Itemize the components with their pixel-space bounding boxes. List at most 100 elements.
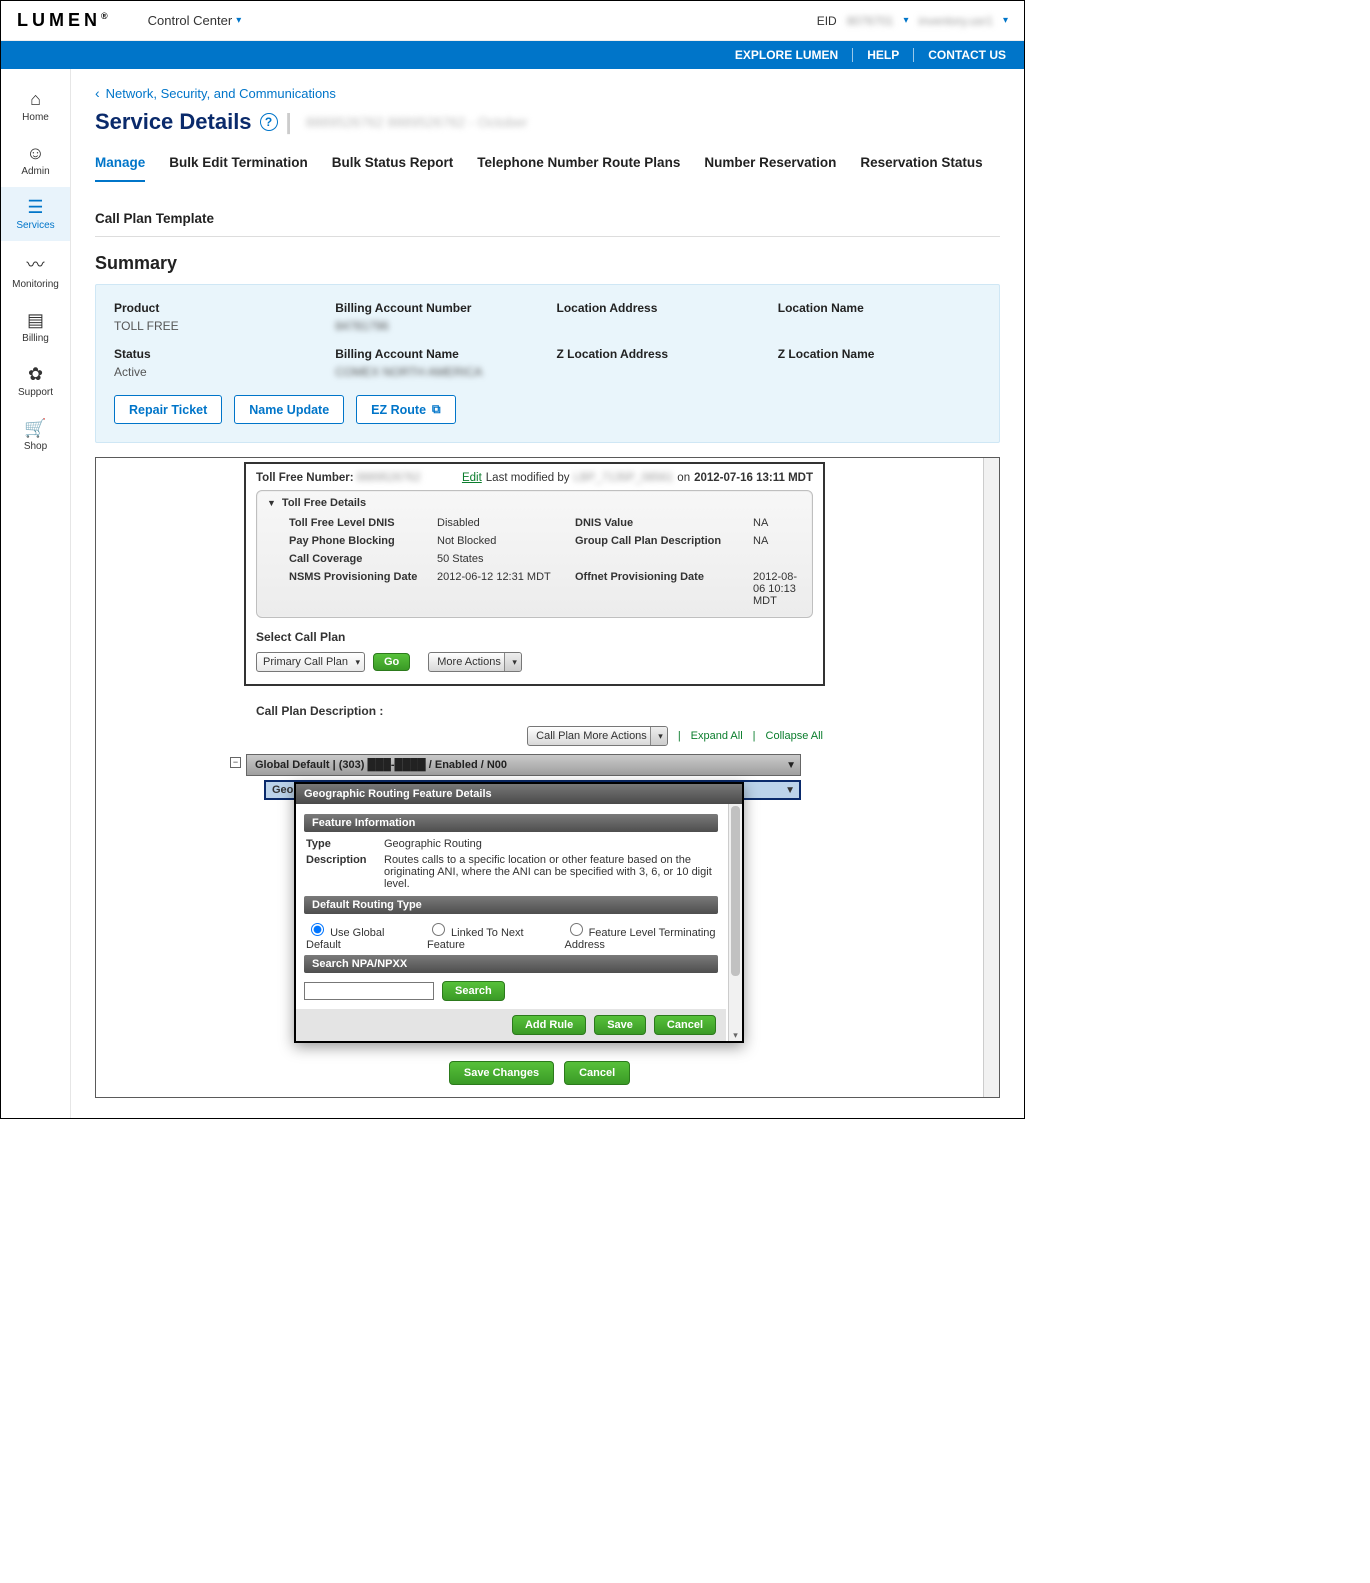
contact-link[interactable]: CONTACT US xyxy=(928,48,1006,62)
name-update-button[interactable]: Name Update xyxy=(234,395,344,424)
modal-title: Geographic Routing Feature Details xyxy=(296,784,742,804)
payphone-label: Pay Phone Blocking xyxy=(289,535,429,547)
ban-label: Billing Account Number xyxy=(335,301,538,315)
list-icon: ☰ xyxy=(1,197,70,218)
modified-timestamp: 2012-07-16 13:11 MDT xyxy=(694,472,813,484)
nav-services[interactable]: ☰Services xyxy=(1,187,70,241)
tab-bulk-edit[interactable]: Bulk Edit Termination xyxy=(169,149,308,181)
help-link[interactable]: HELP xyxy=(867,48,899,62)
help-icon[interactable]: ? xyxy=(260,113,278,131)
coverage-label: Call Coverage xyxy=(289,553,429,565)
modified-user: LBP_7135P_08561 xyxy=(574,472,674,484)
location-name-label: Location Name xyxy=(778,301,981,315)
nav-home[interactable]: ⌂Home xyxy=(1,79,70,133)
user-name: inventory.usr1 xyxy=(918,14,992,28)
save-changes-button[interactable]: Save Changes xyxy=(449,1061,554,1085)
payphone-value: Not Blocked xyxy=(437,535,567,547)
desc-label: Description xyxy=(306,854,376,890)
ban-value: 84781796 xyxy=(335,319,538,333)
group-plan-value: NA xyxy=(753,535,802,547)
call-plan-more-actions[interactable]: Call Plan More Actions xyxy=(527,726,668,746)
chevron-down-icon[interactable]: ▾ xyxy=(903,15,908,26)
chevron-down-icon: ▾ xyxy=(236,15,241,26)
gear-icon: ✿ xyxy=(1,364,70,385)
cancel-button[interactable]: Cancel xyxy=(564,1061,630,1085)
tab-route-plans[interactable]: Telephone Number Route Plans xyxy=(477,149,680,181)
nav-shop[interactable]: 🛒Shop xyxy=(1,408,70,462)
frame-scrollbar[interactable] xyxy=(983,458,999,1097)
npa-search-input[interactable] xyxy=(304,982,434,1000)
tollfree-number-value: 8889526762 xyxy=(357,472,421,484)
modified-on: on xyxy=(677,472,690,484)
global-default-row[interactable]: Global Default | (303) ███-████ / Enable… xyxy=(246,754,801,776)
side-nav: ⌂Home ☺Admin ☰Services 〰Monitoring ▤Bill… xyxy=(1,69,71,1118)
user-icon: ☺ xyxy=(1,143,70,164)
dnis-value-label: DNIS Value xyxy=(575,517,745,529)
tab-manage[interactable]: Manage xyxy=(95,149,145,182)
edit-link[interactable]: Edit xyxy=(462,472,482,484)
modal-cancel-button[interactable]: Cancel xyxy=(654,1015,716,1035)
location-address-label: Location Address xyxy=(557,301,760,315)
summary-heading: Summary xyxy=(95,253,1000,274)
page-title: Service Details xyxy=(95,109,252,135)
offnet-value: 2012-08-06 10:13 MDT xyxy=(753,571,802,607)
group-plan-label: Group Call Plan Description xyxy=(575,535,745,547)
zlocation-name-label: Z Location Name xyxy=(778,347,981,361)
control-center-dropdown[interactable]: Control Center▾ xyxy=(148,13,242,28)
breadcrumb[interactable]: ‹ Network, Security, and Communications xyxy=(95,85,1000,101)
search-npa-header: Search NPA/NPXX xyxy=(304,955,718,973)
explore-link[interactable]: EXPLORE LUMEN xyxy=(735,48,838,62)
modal-save-button[interactable]: Save xyxy=(594,1015,646,1035)
tab-call-plan-template[interactable]: Call Plan Template xyxy=(95,205,235,236)
ez-route-button[interactable]: EZ Route⧉ xyxy=(356,395,455,424)
desc-value: Routes calls to a specific location or o… xyxy=(384,854,716,890)
toll-free-card: Toll Free Number: 8889526762 Edit Last m… xyxy=(244,462,825,686)
tab-reservation-status[interactable]: Reservation Status xyxy=(860,149,982,181)
more-actions-select[interactable]: More Actions xyxy=(428,652,522,672)
baname-label: Billing Account Name xyxy=(335,347,538,361)
expand-all-link[interactable]: Expand All xyxy=(691,730,743,742)
summary-card: ProductTOLL FREE Billing Account Number8… xyxy=(95,284,1000,443)
baname-value: COMEX NORTH AMERICA xyxy=(335,365,538,379)
nav-admin[interactable]: ☺Admin xyxy=(1,133,70,187)
tab-number-reservation[interactable]: Number Reservation xyxy=(704,149,836,181)
geo-routing-modal: Geographic Routing Feature Details ▾ Fea… xyxy=(294,782,744,1043)
status-value: Active xyxy=(114,365,317,379)
chevron-down-icon: ▼ xyxy=(786,760,796,771)
tab-bar: Manage Bulk Edit Termination Bulk Status… xyxy=(95,149,1000,237)
offnet-label: Offnet Provisioning Date xyxy=(575,571,745,607)
go-button[interactable]: Go xyxy=(373,653,410,671)
status-label: Status xyxy=(114,347,317,361)
modified-prefix: Last modified by xyxy=(486,472,570,484)
modal-scrollbar[interactable]: ▾ xyxy=(728,804,742,1041)
utility-bar: EXPLORE LUMEN HELP CONTACT US xyxy=(1,41,1024,69)
product-value: TOLL FREE xyxy=(114,319,317,333)
zlocation-address-label: Z Location Address xyxy=(557,347,760,361)
brand-logo: LUMEN® xyxy=(17,10,108,31)
dnis-value-value: NA xyxy=(753,517,802,529)
radio-feature-term[interactable]: Feature Level Terminating Address xyxy=(565,920,717,951)
search-button[interactable]: Search xyxy=(442,981,505,1001)
radio-linked-next[interactable]: Linked To Next Feature xyxy=(427,920,535,951)
select-call-plan-label: Select Call Plan xyxy=(256,630,813,644)
call-plan-desc-label: Call Plan Description : xyxy=(256,704,983,718)
detail-frame: Toll Free Number: 8889526762 Edit Last m… xyxy=(95,457,1000,1098)
chevron-down-icon[interactable]: ▾ xyxy=(1003,15,1008,26)
top-bar: LUMEN® Control Center▾ EID 8076701 ▾ inv… xyxy=(1,1,1024,41)
tab-bulk-status[interactable]: Bulk Status Report xyxy=(332,149,454,181)
radio-use-global[interactable]: Use Global Default xyxy=(306,920,397,951)
nsms-label: NSMS Provisioning Date xyxy=(289,571,429,607)
external-link-icon: ⧉ xyxy=(432,402,441,417)
repair-ticket-button[interactable]: Repair Ticket xyxy=(114,395,222,424)
tree-collapse-icon[interactable]: − xyxy=(230,757,241,768)
collapse-icon[interactable]: ▼ xyxy=(267,498,276,508)
nav-billing[interactable]: ▤Billing xyxy=(1,300,70,354)
feature-info-header: Feature Information xyxy=(304,814,718,832)
collapse-all-link[interactable]: Collapse All xyxy=(766,730,823,742)
nav-support[interactable]: ✿Support xyxy=(1,354,70,408)
call-plan-select[interactable]: Primary Call Plan xyxy=(256,652,365,672)
add-rule-button[interactable]: Add Rule xyxy=(512,1015,586,1035)
nsms-value: 2012-06-12 12:31 MDT xyxy=(437,571,567,607)
nav-monitoring[interactable]: 〰Monitoring xyxy=(1,241,70,300)
dnis-value: Disabled xyxy=(437,517,567,529)
